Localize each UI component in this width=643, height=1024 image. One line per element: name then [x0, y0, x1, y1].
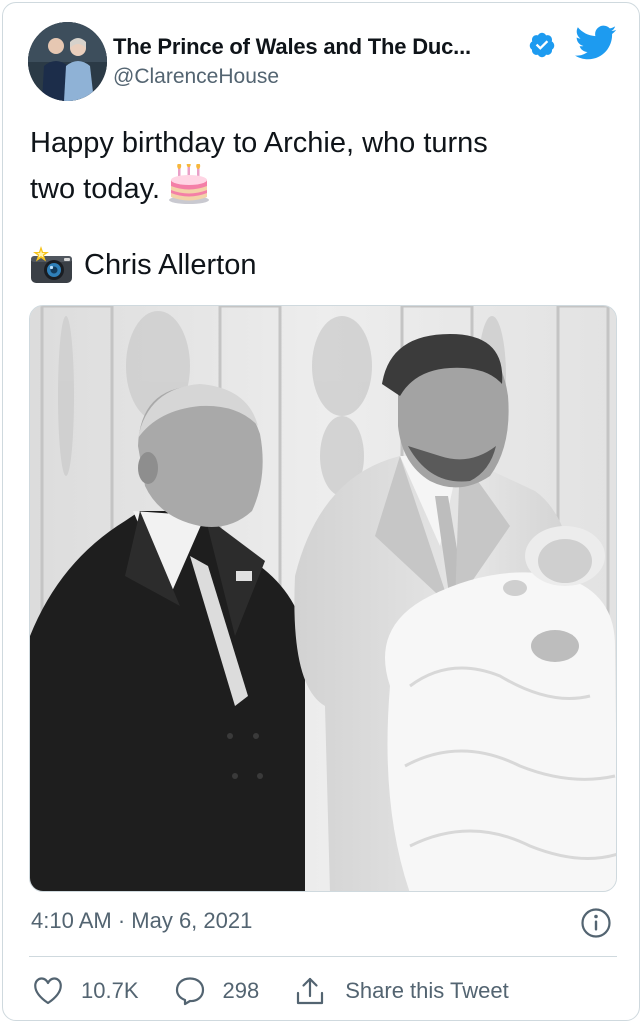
verified-badge-icon	[529, 32, 555, 58]
camera-with-flash-icon	[31, 246, 72, 283]
share-tweet-button[interactable]: Share this Tweet	[295, 976, 509, 1006]
tweet-timestamp[interactable]: 4:10 AM · May 6, 2021	[31, 908, 252, 934]
photo-credit: Chris Allerton	[30, 243, 256, 287]
like-count: 10.7K	[81, 978, 139, 1003]
tweet-actions: 10.7K 298 Share this Tweet	[33, 971, 545, 1011]
tweet-text-line-2-text: two today.	[30, 173, 161, 205]
author-avatar[interactable]	[28, 22, 107, 101]
footer-divider	[29, 956, 617, 957]
birthday-cake-icon	[169, 164, 210, 204]
reply-count: 298	[222, 978, 260, 1003]
photographer-name: Chris Allerton	[84, 248, 257, 281]
tweet-photo[interactable]	[29, 305, 617, 892]
reply-bubble-icon	[175, 977, 204, 1006]
heart-icon	[34, 977, 62, 1005]
like-button[interactable]: 10.7K	[33, 977, 139, 1005]
author-handle[interactable]: @ClarenceHouse	[113, 65, 279, 89]
tweet-text-line-1: Happy birthday to Archie, who turns	[30, 127, 488, 159]
tweet-text-line-2: two today.	[30, 164, 620, 210]
share-icon	[297, 977, 324, 1005]
tweet-text: Happy birthday to Archie, who turns two …	[30, 123, 620, 210]
author-name-row[interactable]: The Prince of Wales and The Duc...	[113, 33, 533, 61]
share-label: Share this Tweet	[345, 978, 509, 1003]
info-icon[interactable]	[580, 907, 612, 939]
tweet-photo-image[interactable]	[30, 306, 617, 892]
tweet-card[interactable]: The Prince of Wales and The Duc... @Clar…	[2, 2, 640, 1021]
twitter-bird-icon[interactable]	[575, 25, 617, 61]
reply-button[interactable]: 298	[175, 976, 260, 1006]
author-display-name[interactable]: The Prince of Wales and The Duc...	[113, 34, 471, 60]
